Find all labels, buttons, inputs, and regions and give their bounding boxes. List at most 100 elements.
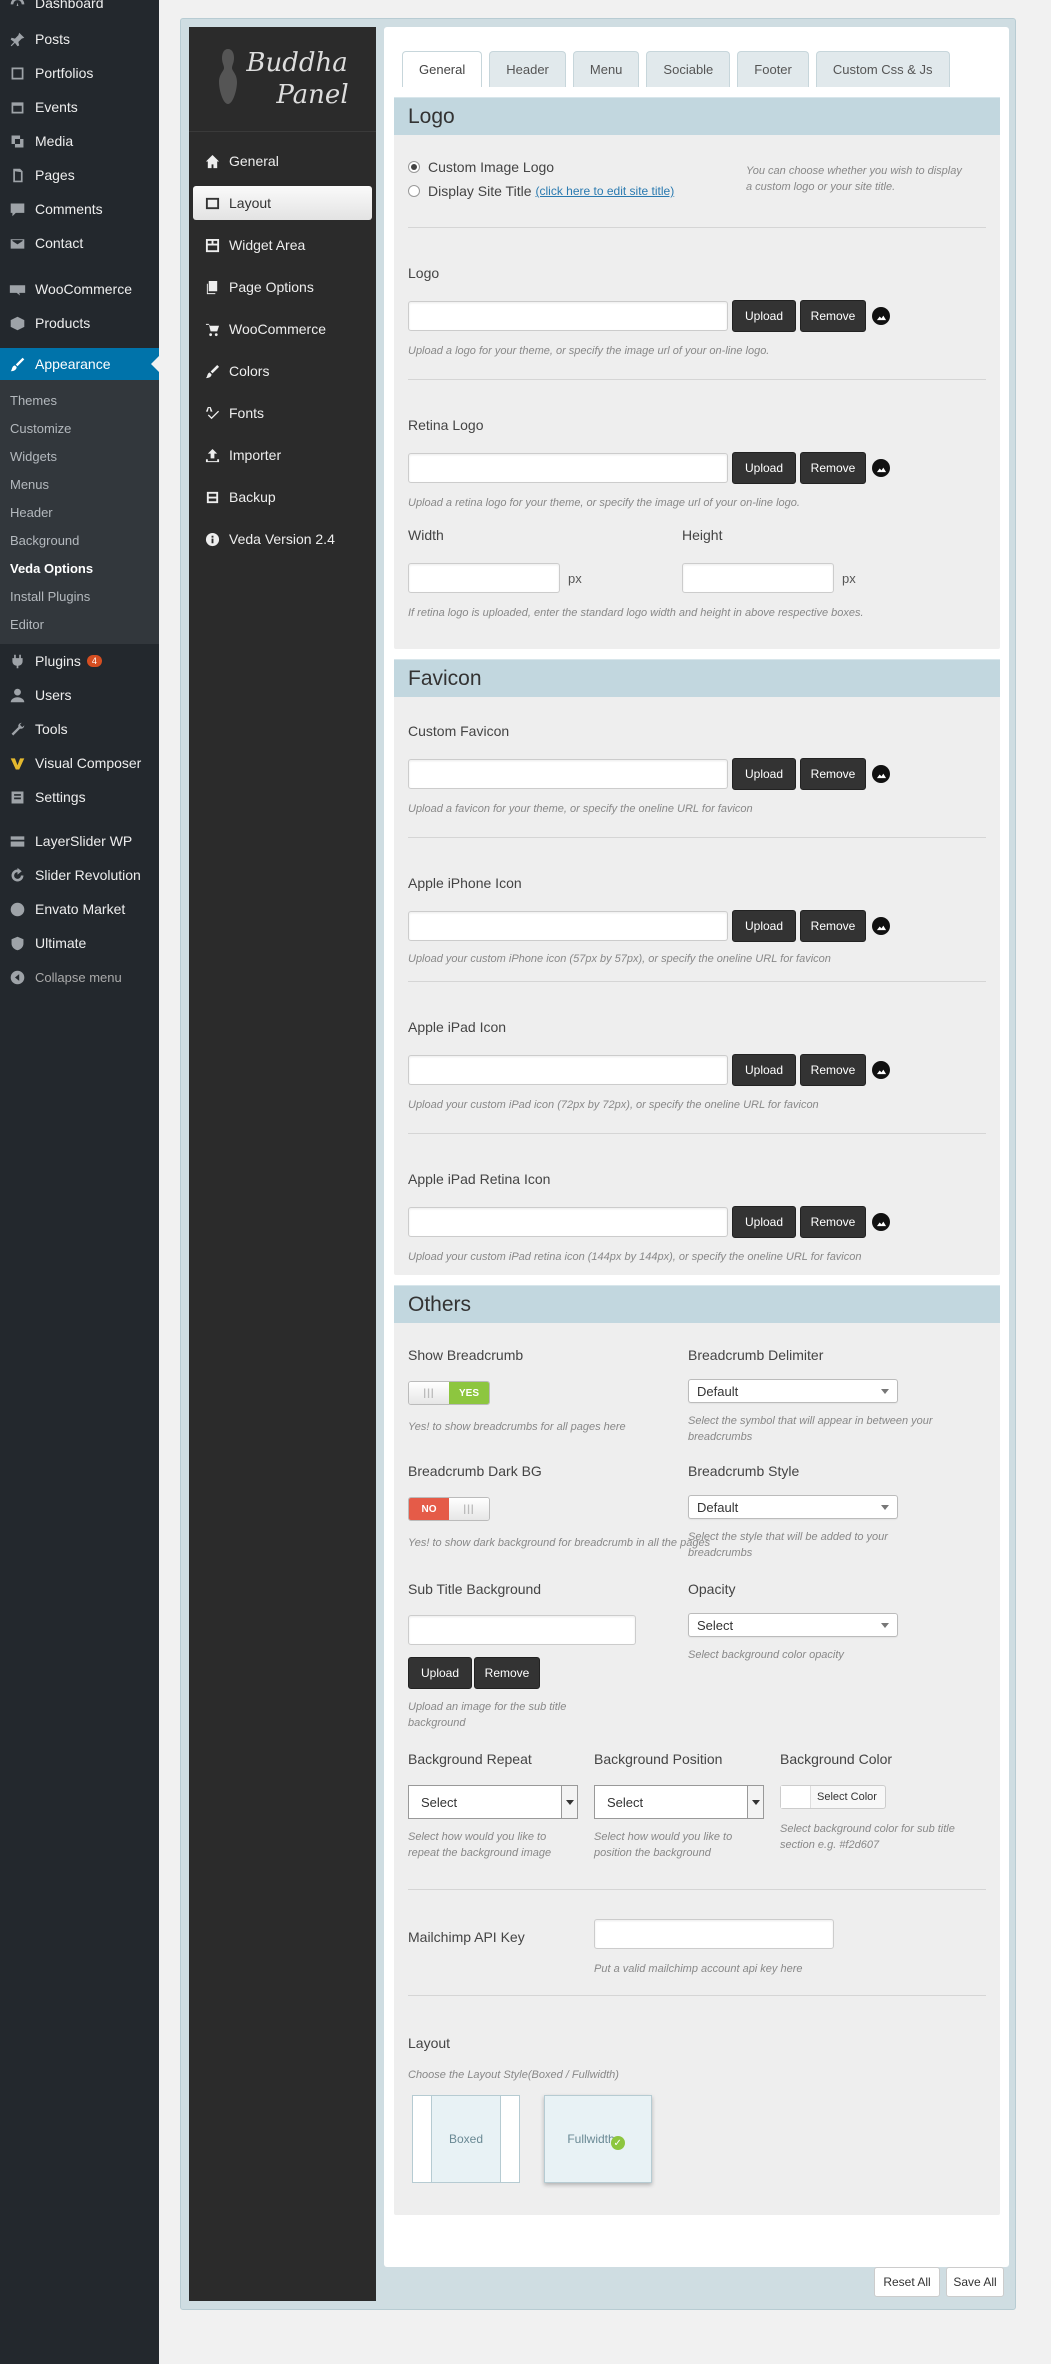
iphone-remove-button[interactable]: Remove — [800, 910, 866, 942]
retina-upload-button[interactable]: Upload — [732, 452, 796, 484]
logo-url-input[interactable] — [408, 301, 728, 331]
menu-contact[interactable]: Contact — [0, 226, 159, 260]
others-section: Others Show Breadcrumb ||| YES Yes! to s… — [394, 1285, 1000, 2215]
menu-events[interactable]: Events — [0, 90, 159, 124]
ipad-retina-upload-button[interactable]: Upload — [732, 1206, 796, 1238]
menu-portfolios[interactable]: Portfolios — [0, 56, 159, 90]
mailchimp-api-key-input[interactable] — [594, 1919, 834, 1949]
menu-posts[interactable]: Posts — [0, 22, 159, 56]
submenu-themes[interactable]: Themes — [0, 386, 159, 414]
menu-woocommerce[interactable]: WooCommerce — [0, 272, 159, 306]
menu-pages[interactable]: Pages — [0, 158, 159, 192]
panel-nav-backup[interactable]: Backup — [189, 476, 376, 518]
ipad-icon-hint: Upload your custom iPad icon (72px by 72… — [408, 1099, 819, 1111]
panel-nav-page-options[interactable]: Page Options — [189, 266, 376, 308]
panel-nav-widget-area[interactable]: Widget Area — [189, 224, 376, 266]
submenu-install-plugins[interactable]: Install Plugins — [0, 582, 159, 610]
ipad-icon-input[interactable] — [408, 1055, 728, 1085]
retina-logo-url-input[interactable] — [408, 453, 728, 483]
submenu-veda-options[interactable]: Veda Options — [0, 554, 159, 582]
subtitle-background-input[interactable] — [408, 1615, 636, 1645]
submenu-menus[interactable]: Menus — [0, 470, 159, 498]
panel-nav-woocommerce[interactable]: WooCommerce — [189, 308, 376, 350]
submenu-background[interactable]: Background — [0, 526, 159, 554]
layout-icon — [204, 195, 220, 211]
breadcrumb-style-select[interactable]: Default — [688, 1495, 898, 1519]
panel-nav-layout[interactable]: Layout — [193, 186, 372, 220]
collapse-menu-button[interactable]: Collapse menu — [0, 960, 159, 994]
image-preview-icon[interactable] — [872, 1213, 890, 1231]
ipad-retina-remove-button[interactable]: Remove — [800, 1206, 866, 1238]
tab-custom-css-js[interactable]: Custom Css & Js — [815, 51, 950, 87]
menu-plugins[interactable]: Plugins 4 — [0, 644, 159, 678]
menu-tools[interactable]: Tools — [0, 712, 159, 746]
favicon-remove-button[interactable]: Remove — [800, 758, 866, 790]
menu-visual-composer[interactable]: Visual Composer — [0, 746, 159, 780]
breadcrumb-dark-bg-toggle[interactable]: NO ||| — [408, 1497, 490, 1521]
calendar-icon — [8, 98, 26, 116]
layout-option-fullwidth[interactable]: Fullwidth ✓ — [544, 2095, 652, 2183]
subtitle-remove-button[interactable]: Remove — [474, 1657, 540, 1689]
menu-dashboard[interactable]: Dashboard — [0, 0, 159, 12]
user-icon — [8, 686, 26, 704]
height-input[interactable] — [682, 563, 834, 593]
ipad-upload-button[interactable]: Upload — [732, 1054, 796, 1086]
favicon-upload-button[interactable]: Upload — [732, 758, 796, 790]
tab-menu[interactable]: Menu — [572, 51, 640, 87]
menu-slider-revolution[interactable]: Slider Revolution — [0, 858, 159, 892]
radio-hint: You can choose whether you wish to displ… — [746, 165, 962, 193]
submenu-widgets[interactable]: Widgets — [0, 442, 159, 470]
menu-settings[interactable]: Settings — [0, 780, 159, 814]
image-preview-icon[interactable] — [872, 1061, 890, 1079]
menu-media[interactable]: Media — [0, 124, 159, 158]
tab-general[interactable]: General — [402, 51, 483, 87]
ipad-remove-button[interactable]: Remove — [800, 1054, 866, 1086]
menu-envato-market[interactable]: Envato Market — [0, 892, 159, 926]
iphone-icon-input[interactable] — [408, 911, 728, 941]
breadcrumb-dark-bg-hint: Yes! to show dark background for breadcr… — [408, 1537, 711, 1549]
edit-site-title-link[interactable]: (click here to edit site title) — [535, 184, 674, 198]
show-breadcrumb-toggle[interactable]: ||| YES — [408, 1381, 490, 1405]
logo-remove-button[interactable]: Remove — [800, 300, 866, 332]
layout-option-boxed[interactable]: Boxed — [412, 2095, 520, 2183]
background-color-picker[interactable]: Select Color — [780, 1785, 886, 1809]
radio-custom-image-logo[interactable]: Custom Image Logo — [408, 159, 554, 175]
logo-upload-button[interactable]: Upload — [732, 300, 796, 332]
panel-nav-fonts[interactable]: Fonts — [189, 392, 376, 434]
ipad-retina-icon-input[interactable] — [408, 1207, 728, 1237]
subtitle-upload-button[interactable]: Upload — [408, 1657, 472, 1689]
opacity-select[interactable]: Select — [688, 1613, 898, 1637]
iphone-upload-button[interactable]: Upload — [732, 910, 796, 942]
panel-nav-importer[interactable]: Importer — [189, 434, 376, 476]
menu-comments[interactable]: Comments — [0, 192, 159, 226]
menu-label: Portfolios — [35, 65, 94, 81]
menu-products[interactable]: Products — [0, 306, 159, 340]
submenu-editor[interactable]: Editor — [0, 610, 159, 638]
radio-display-site-title[interactable]: Display Site Title (click here to edit s… — [408, 183, 674, 199]
tab-footer[interactable]: Footer — [737, 51, 809, 87]
tab-header[interactable]: Header — [489, 51, 566, 87]
menu-label: Users — [35, 687, 72, 703]
save-all-button[interactable]: Save All — [946, 2267, 1004, 2297]
menu-appearance[interactable]: Appearance — [0, 348, 159, 380]
panel-nav-general[interactable]: General — [189, 140, 376, 182]
menu-users[interactable]: Users — [0, 678, 159, 712]
submenu-customize[interactable]: Customize — [0, 414, 159, 442]
tab-sociable[interactable]: Sociable — [646, 51, 731, 87]
image-preview-icon[interactable] — [872, 459, 890, 477]
custom-favicon-input[interactable] — [408, 759, 728, 789]
image-preview-icon[interactable] — [872, 765, 890, 783]
background-repeat-select[interactable]: Select — [408, 1785, 578, 1819]
menu-layerslider[interactable]: LayerSlider WP — [0, 824, 159, 858]
submenu-header[interactable]: Header — [0, 498, 159, 526]
menu-ultimate[interactable]: Ultimate — [0, 926, 159, 960]
retina-remove-button[interactable]: Remove — [800, 452, 866, 484]
image-preview-icon[interactable] — [872, 307, 890, 325]
radio-dot — [408, 185, 420, 197]
breadcrumb-delimiter-select[interactable]: Default — [688, 1379, 898, 1403]
image-preview-icon[interactable] — [872, 917, 890, 935]
background-position-select[interactable]: Select — [594, 1785, 764, 1819]
reset-all-button[interactable]: Reset All — [874, 2267, 940, 2297]
width-input[interactable] — [408, 563, 560, 593]
panel-nav-colors[interactable]: Colors — [189, 350, 376, 392]
